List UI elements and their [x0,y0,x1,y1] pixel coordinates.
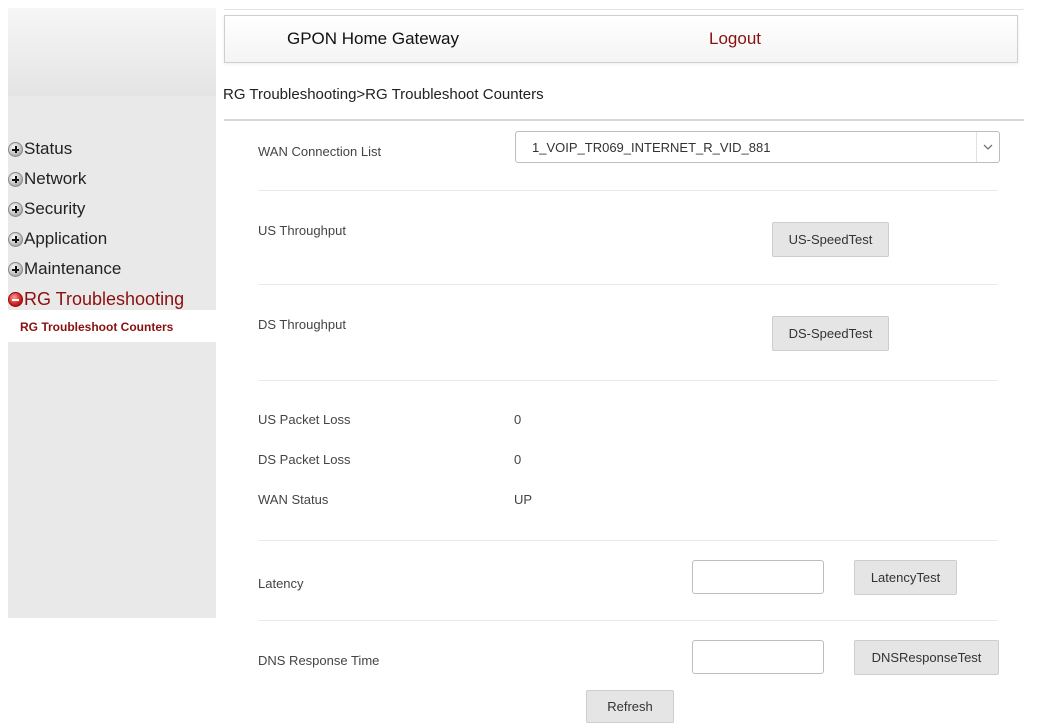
latency-label: Latency [258,576,304,591]
header-bar: GPON Home Gateway Logout [224,15,1018,63]
sidebar: Status Network Security Application Main… [8,8,216,618]
sidebar-item-status[interactable]: Status [8,134,216,164]
wan-connection-select[interactable]: 1_VOIP_TR069_INTERNET_R_VID_881 [515,131,1000,163]
dns-response-result-field[interactable] [692,640,824,674]
sidebar-subitem-rg-troubleshoot-counters[interactable]: RG Troubleshoot Counters [20,320,173,334]
section-divider [258,380,998,381]
expand-plus-icon [8,201,23,217]
sidebar-item-maintenance[interactable]: Maintenance [8,254,216,284]
sidebar-header [8,8,216,96]
wan-connection-label: WAN Connection List [258,144,382,159]
sidebar-item-label: RG Troubleshooting [24,288,185,309]
sidebar-subnav: RG Troubleshoot Counters [8,310,216,342]
section-divider [258,190,998,191]
header-top-line [224,9,1024,10]
latency-test-button[interactable]: LatencyTest [854,560,957,595]
us-speedtest-button[interactable]: US-SpeedTest [772,222,889,257]
sidebar-item-label: Network [24,169,87,188]
content-divider [224,119,1024,121]
ds-packet-loss-label: DS Packet Loss [258,452,351,467]
expand-plus-icon [8,231,23,247]
dns-response-test-button[interactable]: DNSResponseTest [854,640,999,675]
breadcrumb: RG Troubleshooting>RG Troubleshoot Count… [223,86,544,103]
wan-connection-selected-value: 1_VOIP_TR069_INTERNET_R_VID_881 [532,140,771,155]
refresh-button[interactable]: Refresh [586,690,674,723]
app-title: GPON Home Gateway [287,29,459,48]
wan-status-label: WAN Status [258,492,329,507]
ds-throughput-label: DS Throughput [258,317,346,332]
sidebar-item-label: Status [24,139,73,158]
sidebar-item-label: Security [24,199,86,218]
section-divider [258,284,998,285]
expand-plus-icon [8,141,23,157]
wan-status-value: UP [514,492,533,507]
section-divider [258,620,998,621]
us-packet-loss-value: 0 [514,412,522,427]
sidebar-item-network[interactable]: Network [8,164,216,194]
sidebar-item-label: Application [24,229,108,248]
expand-plus-icon [8,171,23,187]
ds-packet-loss-value: 0 [514,452,522,467]
sidebar-item-application[interactable]: Application [8,224,216,254]
collapse-minus-icon [8,291,23,307]
chevron-down-icon [976,132,999,162]
section-divider [258,540,998,541]
us-packet-loss-label: US Packet Loss [258,412,351,427]
us-throughput-label: US Throughput [258,223,346,238]
expand-plus-icon [8,261,23,277]
dns-response-time-label: DNS Response Time [258,653,380,668]
sidebar-item-security[interactable]: Security [8,194,216,224]
latency-result-field[interactable] [692,560,824,594]
logout-link[interactable]: Logout [709,29,761,49]
sidebar-item-label: Maintenance [24,259,122,278]
sidebar-nav: Status Network Security Application Main… [8,134,216,314]
ds-speedtest-button[interactable]: DS-SpeedTest [772,316,889,351]
